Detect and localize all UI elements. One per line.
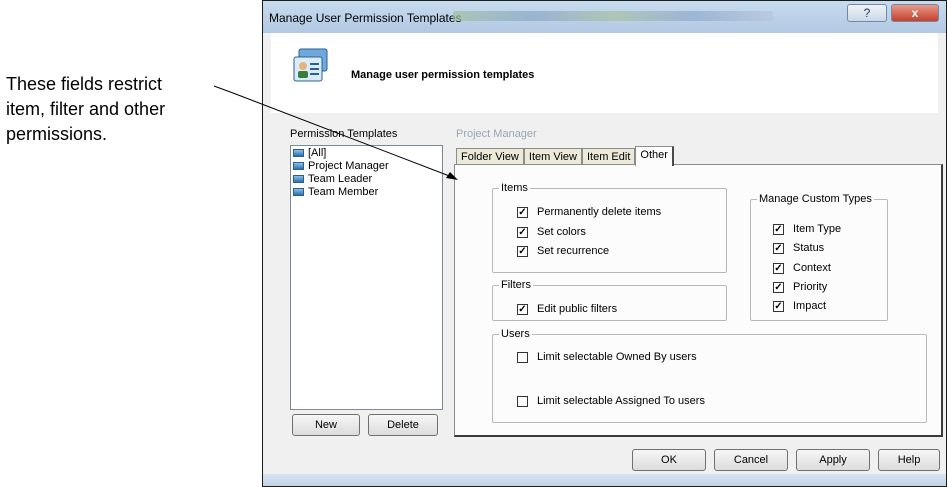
template-icon: [293, 162, 304, 170]
permanently-delete-items-option[interactable]: ✓ Permanently delete items: [517, 206, 661, 218]
custom-types-group: Manage Custom Types ✓ Item Type ✓ Status…: [750, 193, 888, 321]
callout-line-1: These fields restrict: [6, 74, 163, 94]
items-group-title: Items: [499, 182, 530, 194]
ok-button[interactable]: OK: [632, 449, 706, 471]
option-label: Limit selectable Owned By users: [537, 351, 697, 363]
list-item-label: Team Member: [308, 186, 379, 198]
limit-assigned-to-option[interactable]: Limit selectable Assigned To users: [517, 395, 705, 407]
dialog-window: Manage User Permission Templates ? x Man…: [262, 0, 947, 487]
selected-template-label: Project Manager: [456, 128, 537, 140]
tab-other[interactable]: Other: [635, 146, 674, 166]
new-button[interactable]: New: [292, 414, 360, 436]
option-label: Limit selectable Assigned To users: [537, 395, 705, 407]
permission-templates-list[interactable]: [All] Project Manager Team Leader Team M…: [290, 145, 443, 410]
custom-types-group-title: Manage Custom Types: [757, 193, 874, 205]
checkbox[interactable]: [517, 395, 528, 407]
list-item-label: Team Leader: [308, 173, 373, 185]
option-label: Status: [793, 242, 825, 254]
list-item[interactable]: Team Leader: [293, 173, 442, 185]
option-label: Priority: [793, 281, 828, 293]
filters-group: Filters ✓ Edit public filters: [492, 279, 727, 321]
header-title: Manage user permission templates: [351, 69, 535, 81]
checkbox[interactable]: ✓: [517, 226, 528, 238]
window-body: Permission Templates [All] Project Manag…: [271, 113, 943, 468]
tab-folder-view[interactable]: Folder View: [456, 148, 524, 165]
items-group: Items ✓ Permanently delete items ✓ Set c…: [492, 182, 727, 273]
edit-public-filters-option[interactable]: ✓ Edit public filters: [517, 303, 617, 315]
users-group: Users Limit selectable Owned By users Li…: [492, 328, 927, 423]
checkbox[interactable]: ✓: [773, 262, 784, 274]
list-item-label: Project Manager: [308, 160, 389, 172]
set-colors-option[interactable]: ✓ Set colors: [517, 226, 586, 238]
checkbox[interactable]: ✓: [517, 303, 528, 315]
set-recurrence-option[interactable]: ✓ Set recurrence: [517, 245, 609, 257]
template-icon: [293, 188, 304, 196]
template-icon: [293, 149, 304, 157]
item-type-option[interactable]: ✓ Item Type: [773, 223, 841, 235]
context-option[interactable]: ✓ Context: [773, 262, 831, 274]
option-label: Context: [793, 262, 831, 274]
template-icon: [293, 175, 304, 183]
callout-annotation: These fields restrict item, filter and o…: [6, 72, 246, 147]
tab-strip: Folder View Item View Item Edit Other: [456, 146, 674, 166]
apply-button[interactable]: Apply: [796, 449, 870, 471]
cancel-button[interactable]: Cancel: [714, 449, 788, 471]
user-card-icon: [293, 48, 328, 82]
delete-button[interactable]: Delete: [368, 414, 438, 436]
tab-item-edit[interactable]: Item Edit: [581, 148, 636, 165]
option-label: Set recurrence: [537, 245, 610, 257]
impact-option[interactable]: ✓ Impact: [773, 300, 826, 312]
header-banner: Manage user permission templates: [271, 33, 938, 113]
tab-panel-other: Items ✓ Permanently delete items ✓ Set c…: [454, 164, 943, 437]
list-item-label: [All]: [308, 147, 327, 159]
priority-option[interactable]: ✓ Priority: [773, 281, 827, 293]
option-label: Edit public filters: [537, 303, 618, 315]
users-group-title: Users: [499, 328, 532, 340]
checkbox[interactable]: ✓: [773, 223, 784, 235]
title-bar[interactable]: Manage User Permission Templates ? x: [263, 1, 946, 33]
option-label: Impact: [793, 300, 827, 312]
list-item[interactable]: Project Manager: [293, 160, 442, 172]
close-button[interactable]: x: [891, 4, 939, 22]
callout-line-2: item, filter and other: [6, 99, 166, 119]
option-label: Permanently delete items: [537, 206, 662, 218]
list-item[interactable]: [All]: [293, 147, 442, 159]
help-button[interactable]: Help: [878, 449, 940, 471]
checkbox[interactable]: ✓: [773, 242, 784, 254]
checkbox[interactable]: ✓: [517, 206, 528, 218]
help-title-button[interactable]: ?: [847, 4, 887, 22]
checkbox[interactable]: ✓: [517, 245, 528, 257]
tab-item-view[interactable]: Item View: [523, 148, 582, 165]
checkbox[interactable]: ✓: [773, 300, 784, 312]
window-title: Manage User Permission Templates: [269, 11, 462, 25]
permission-templates-label: Permission Templates: [290, 128, 398, 140]
checkbox[interactable]: ✓: [773, 281, 784, 293]
callout-line-3: permissions.: [6, 124, 108, 144]
filters-group-title: Filters: [499, 279, 533, 291]
option-label: Set colors: [537, 226, 586, 238]
window-bottom-edge: [263, 474, 946, 486]
option-label: Item Type: [793, 223, 842, 235]
list-item[interactable]: Team Member: [293, 186, 442, 198]
status-option[interactable]: ✓ Status: [773, 242, 824, 254]
limit-owned-by-option[interactable]: Limit selectable Owned By users: [517, 351, 697, 363]
title-bar-blurred-area: [453, 11, 773, 21]
checkbox[interactable]: [517, 351, 528, 363]
